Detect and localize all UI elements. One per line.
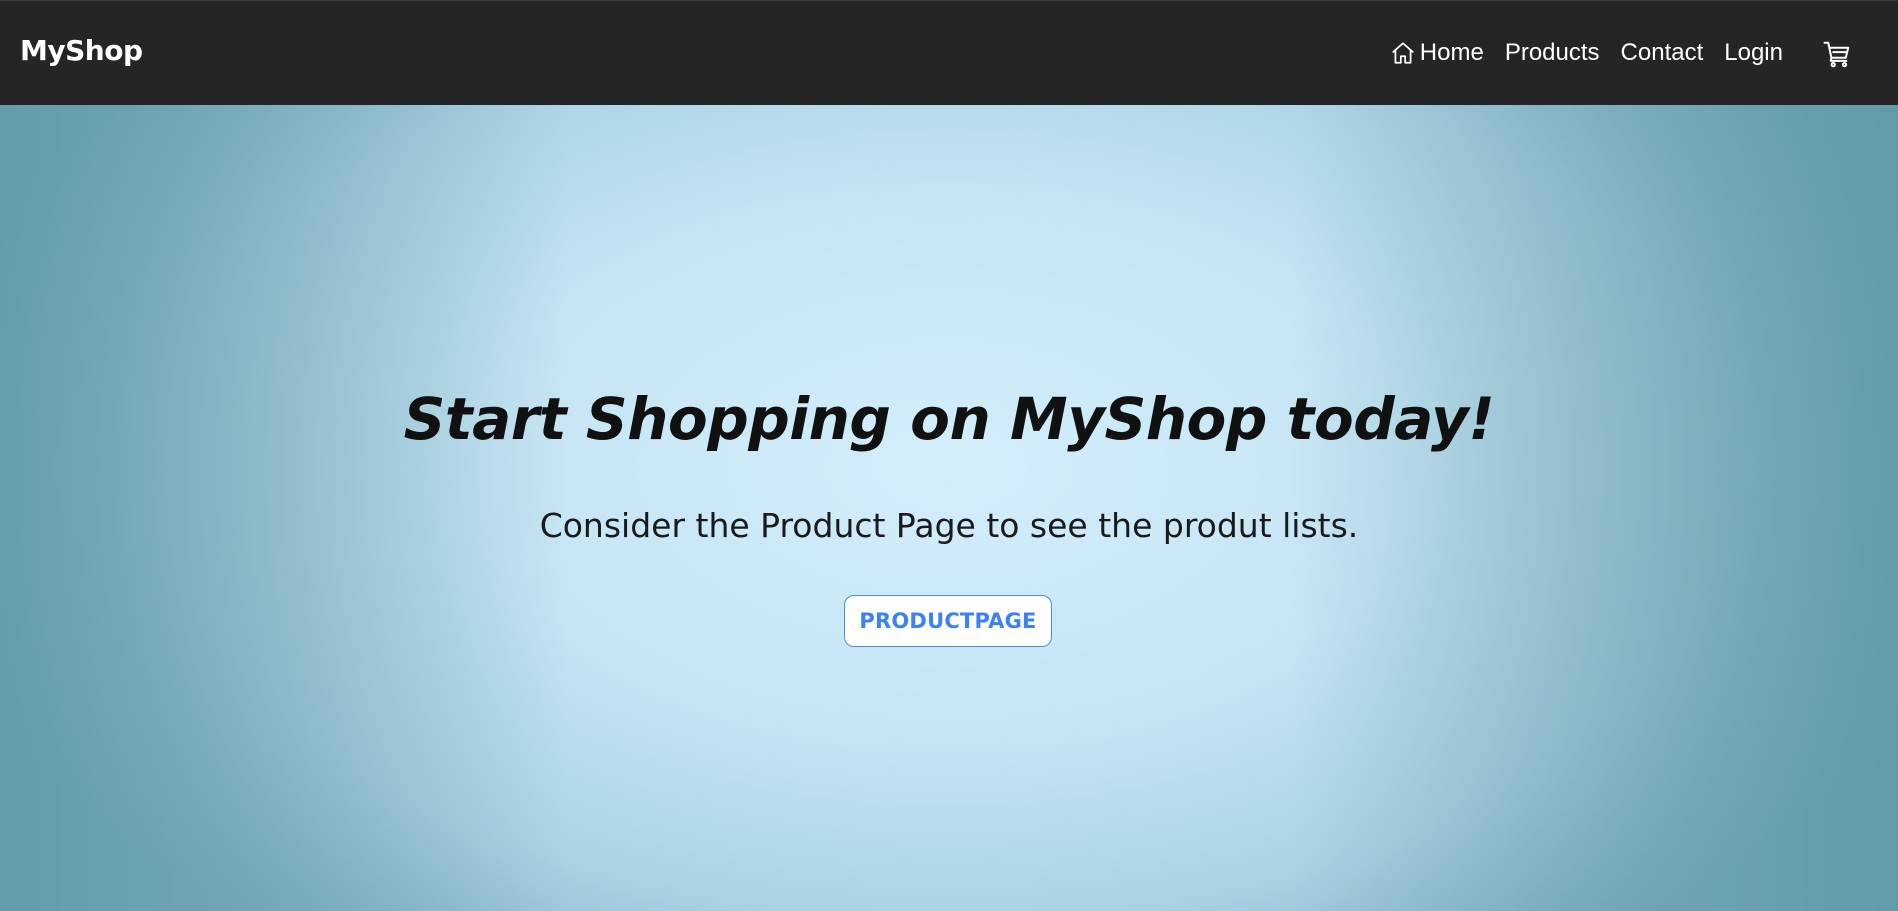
top-navbar: MyShop Home Products Contact Login xyxy=(0,0,1898,105)
product-page-button[interactable]: PRODUCTPAGE xyxy=(844,595,1052,647)
nav-link-products[interactable]: Products xyxy=(1505,41,1600,65)
home-icon xyxy=(1392,42,1414,64)
nav-link-label: Home xyxy=(1419,39,1484,66)
brand-logo[interactable]: MyShop xyxy=(20,34,143,68)
cart-button[interactable] xyxy=(1822,39,1852,69)
nav-link-contact[interactable]: Contact xyxy=(1621,41,1704,65)
nav-link-login[interactable]: Login xyxy=(1724,41,1783,65)
hero-title: Start Shopping on MyShop today! xyxy=(403,385,1495,453)
hero-section: Start Shopping on MyShop today! Consider… xyxy=(0,105,1898,911)
shopping-cart-icon xyxy=(1823,41,1850,68)
nav-links: Home Products Contact Login xyxy=(1390,38,1783,68)
hero-subtitle: Consider the Product Page to see the pro… xyxy=(539,506,1359,545)
nav-link-home[interactable]: Home xyxy=(1390,40,1484,66)
